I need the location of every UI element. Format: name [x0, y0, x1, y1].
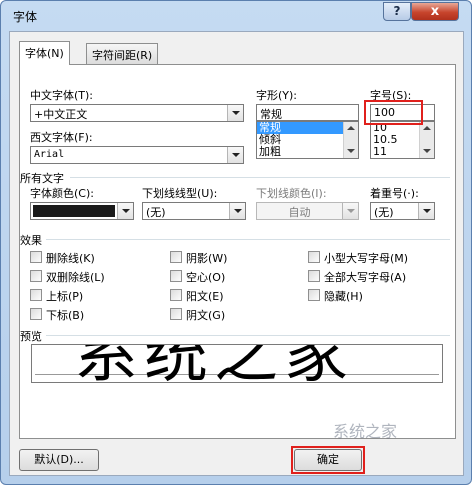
checkbox-strikethrough[interactable]: [30, 251, 42, 263]
western-font-label: 西文字体(F):: [30, 131, 93, 144]
checkbox-small-caps[interactable]: [308, 251, 320, 263]
checkbox-superscript[interactable]: [30, 289, 42, 301]
chevron-down-icon: [342, 203, 358, 219]
font-style-list[interactable]: 常规 倾斜 加粗: [256, 121, 359, 159]
annotation-highlight: [364, 100, 423, 125]
underline-color-value: 自动: [288, 206, 311, 219]
underline-type-combo[interactable]: (无): [142, 202, 246, 220]
effect-label[interactable]: 全部大写字母(A): [324, 269, 406, 285]
tab-character-spacing[interactable]: 字符间距(R): [86, 43, 159, 64]
font-size-list[interactable]: 10 10.5 11: [370, 121, 435, 159]
preview-sample-text: 系统之家: [74, 344, 354, 383]
font-style-input[interactable]: 常规: [256, 104, 359, 121]
underline-type-value: (无): [146, 206, 166, 219]
scroll-up-icon[interactable]: [344, 122, 358, 136]
effect-label[interactable]: 删除线(K): [46, 250, 95, 266]
close-button[interactable]: x: [411, 2, 459, 21]
title-bar[interactable]: 字体 ? x: [1, 1, 471, 31]
checkbox-subscript[interactable]: [30, 308, 42, 320]
effect-label[interactable]: 下标(B): [46, 307, 84, 323]
emphasis-mark-label: 着重号(·):: [370, 187, 419, 200]
scroll-down-icon[interactable]: [420, 144, 434, 158]
chevron-down-icon[interactable]: [229, 203, 245, 219]
chevron-down-icon[interactable]: [418, 203, 434, 219]
font-dialog: 字体 ? x 字体(N) 字符间距(R) 中文字体(T): +中文正文 西文字体…: [0, 0, 472, 485]
help-button[interactable]: ?: [383, 2, 411, 21]
underline-color-combo: 自动: [256, 202, 359, 220]
effect-label[interactable]: 隐藏(H): [324, 288, 363, 304]
chinese-font-combo[interactable]: +中文正文: [30, 104, 244, 122]
group-divider: [46, 239, 450, 240]
checkbox-all-caps[interactable]: [308, 270, 320, 282]
checkbox-double-strikethrough[interactable]: [30, 270, 42, 282]
checkbox-shadow[interactable]: [170, 251, 182, 263]
underline-type-label: 下划线线型(U):: [142, 187, 218, 200]
watermark: 系统之家: [333, 422, 398, 441]
window-title: 字体: [13, 10, 38, 24]
western-font-combo[interactable]: Arial: [30, 146, 244, 164]
chevron-down-icon[interactable]: [227, 147, 243, 163]
checkbox-emboss[interactable]: [170, 289, 182, 301]
effect-label[interactable]: 阴影(W): [186, 250, 227, 266]
font-style-scrollbar[interactable]: [343, 122, 358, 158]
checkbox-outline[interactable]: [170, 270, 182, 282]
preview-heading: 预览: [20, 330, 42, 343]
dialog-client-area: 字体(N) 字符间距(R) 中文字体(T): +中文正文 西文字体(F): Ar…: [9, 31, 464, 476]
effect-label[interactable]: 小型大写字母(M): [324, 250, 408, 266]
effect-label[interactable]: 阳文(E): [186, 288, 224, 304]
checkbox-engrave[interactable]: [170, 308, 182, 320]
group-divider: [70, 177, 450, 178]
preview-box: 系统之家: [31, 344, 443, 383]
effect-label[interactable]: 空心(O): [186, 269, 225, 285]
emphasis-mark-combo[interactable]: (无): [370, 202, 435, 220]
western-font-value: Arial: [34, 149, 65, 160]
font-color-combo[interactable]: [30, 202, 134, 220]
group-divider: [46, 335, 450, 336]
effect-label[interactable]: 阴文(G): [186, 307, 225, 323]
font-tab-panel: 中文字体(T): +中文正文 西文字体(F): Arial 字形(Y): 常规 …: [19, 64, 456, 439]
underline-color-label: 下划线颜色(I):: [256, 187, 327, 200]
emphasis-mark-value: (无): [374, 206, 394, 219]
scroll-down-icon[interactable]: [344, 144, 358, 158]
chinese-font-label: 中文字体(T):: [30, 89, 94, 102]
default-button[interactable]: 默认(D)...: [19, 449, 99, 471]
font-size-scrollbar[interactable]: [419, 122, 434, 158]
effect-label[interactable]: 上标(P): [46, 288, 83, 304]
all-text-heading: 所有文字: [20, 172, 64, 185]
font-color-label: 字体颜色(C):: [30, 187, 94, 200]
tab-font[interactable]: 字体(N): [19, 41, 70, 65]
font-color-swatch: [33, 205, 115, 217]
effect-label[interactable]: 双删除线(L): [46, 269, 105, 285]
chinese-font-value: +中文正文: [34, 108, 88, 121]
font-style-label: 字形(Y):: [256, 89, 298, 102]
chevron-down-icon[interactable]: [227, 105, 243, 121]
chevron-down-icon[interactable]: [117, 203, 133, 219]
effects-heading: 效果: [20, 234, 42, 247]
checkbox-hidden[interactable]: [308, 289, 320, 301]
